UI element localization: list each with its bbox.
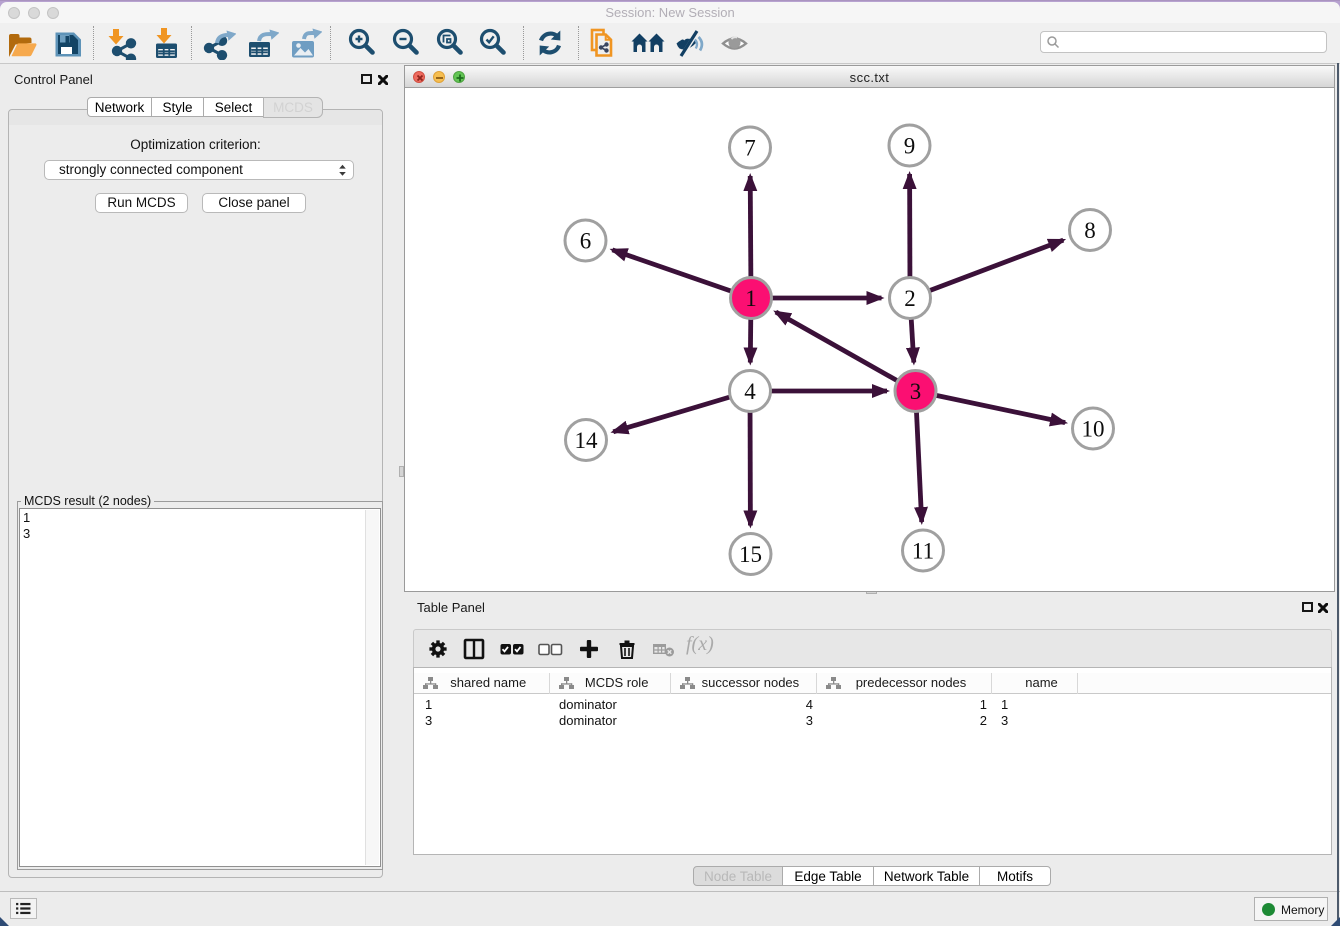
svg-text:15: 15 — [739, 542, 762, 567]
svg-text:10: 10 — [1082, 417, 1105, 442]
svg-text:9: 9 — [904, 134, 916, 159]
svg-text:3: 3 — [910, 379, 922, 404]
svg-text:14: 14 — [575, 428, 599, 453]
svg-text:2: 2 — [904, 286, 916, 311]
svg-text:1: 1 — [745, 286, 757, 311]
svg-text:8: 8 — [1084, 218, 1096, 243]
svg-text:11: 11 — [912, 539, 934, 564]
svg-text:7: 7 — [744, 136, 756, 161]
svg-text:6: 6 — [580, 229, 592, 254]
svg-text:4: 4 — [744, 379, 756, 404]
